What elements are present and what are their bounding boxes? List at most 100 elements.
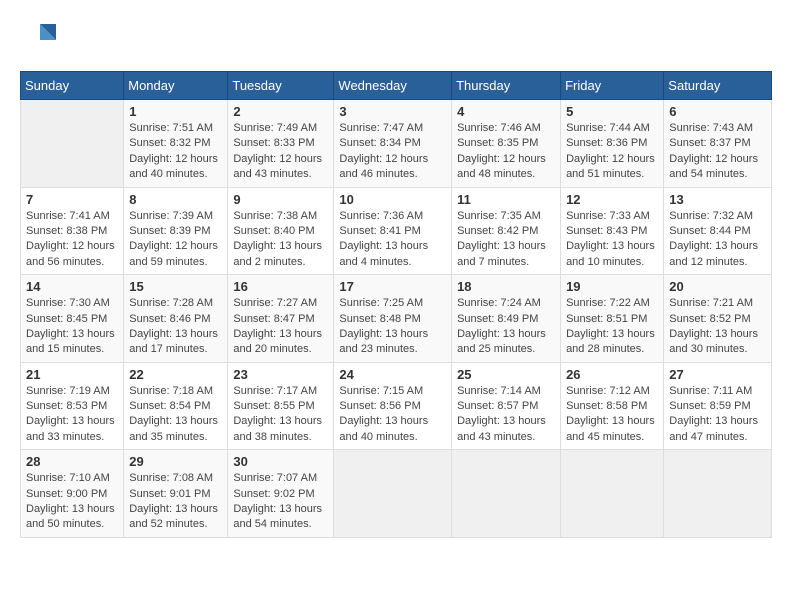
day-number: 18 xyxy=(457,279,555,294)
day-info: Sunrise: 7:18 AM Sunset: 8:54 PM Dayligh… xyxy=(129,384,222,446)
sunrise: Sunrise: 7:08 AM xyxy=(129,472,213,484)
sunrise: Sunrise: 7:41 AM xyxy=(26,210,110,222)
day-number: 15 xyxy=(129,279,222,294)
daylight: Daylight: 13 hours and 20 minutes. xyxy=(233,328,322,355)
sunrise: Sunrise: 7:47 AM xyxy=(339,122,423,134)
day-number: 25 xyxy=(457,367,555,382)
column-header-saturday: Saturday xyxy=(664,72,772,100)
daylight: Daylight: 12 hours and 56 minutes. xyxy=(26,240,115,267)
sunrise: Sunrise: 7:28 AM xyxy=(129,297,213,309)
sunset: Sunset: 8:34 PM xyxy=(339,137,420,149)
calendar-cell: 21 Sunrise: 7:19 AM Sunset: 8:53 PM Dayl… xyxy=(21,362,124,450)
calendar-cell: 29 Sunrise: 7:08 AM Sunset: 9:01 PM Dayl… xyxy=(124,450,228,538)
day-info: Sunrise: 7:17 AM Sunset: 8:55 PM Dayligh… xyxy=(233,384,328,446)
calendar-table: SundayMondayTuesdayWednesdayThursdayFrid… xyxy=(20,71,772,538)
column-header-wednesday: Wednesday xyxy=(334,72,452,100)
day-number: 3 xyxy=(339,104,446,119)
day-number: 10 xyxy=(339,192,446,207)
daylight: Daylight: 13 hours and 52 minutes. xyxy=(129,503,218,530)
day-number: 20 xyxy=(669,279,766,294)
calendar-cell: 1 Sunrise: 7:51 AM Sunset: 8:32 PM Dayli… xyxy=(124,100,228,188)
daylight: Daylight: 12 hours and 46 minutes. xyxy=(339,153,428,180)
daylight: Daylight: 13 hours and 2 minutes. xyxy=(233,240,322,267)
calendar-cell: 6 Sunrise: 7:43 AM Sunset: 8:37 PM Dayli… xyxy=(664,100,772,188)
day-info: Sunrise: 7:10 AM Sunset: 9:00 PM Dayligh… xyxy=(26,471,118,533)
sunrise: Sunrise: 7:35 AM xyxy=(457,210,541,222)
sunrise: Sunrise: 7:39 AM xyxy=(129,210,213,222)
sunset: Sunset: 8:36 PM xyxy=(566,137,647,149)
sunrise: Sunrise: 7:24 AM xyxy=(457,297,541,309)
day-number: 6 xyxy=(669,104,766,119)
day-number: 5 xyxy=(566,104,658,119)
daylight: Daylight: 12 hours and 54 minutes. xyxy=(669,153,758,180)
sunset: Sunset: 9:01 PM xyxy=(129,488,210,500)
sunrise: Sunrise: 7:46 AM xyxy=(457,122,541,134)
column-header-friday: Friday xyxy=(561,72,664,100)
sunrise: Sunrise: 7:10 AM xyxy=(26,472,110,484)
calendar-cell xyxy=(21,100,124,188)
day-number: 4 xyxy=(457,104,555,119)
sunset: Sunset: 8:41 PM xyxy=(339,225,420,237)
sunset: Sunset: 8:58 PM xyxy=(566,400,647,412)
calendar-week-row: 7 Sunrise: 7:41 AM Sunset: 8:38 PM Dayli… xyxy=(21,187,772,275)
sunset: Sunset: 8:33 PM xyxy=(233,137,314,149)
calendar-cell: 30 Sunrise: 7:07 AM Sunset: 9:02 PM Dayl… xyxy=(228,450,334,538)
daylight: Daylight: 13 hours and 12 minutes. xyxy=(669,240,758,267)
day-number: 7 xyxy=(26,192,118,207)
sunset: Sunset: 8:59 PM xyxy=(669,400,750,412)
day-number: 23 xyxy=(233,367,328,382)
calendar-cell: 25 Sunrise: 7:14 AM Sunset: 8:57 PM Dayl… xyxy=(452,362,561,450)
sunset: Sunset: 8:53 PM xyxy=(26,400,107,412)
daylight: Daylight: 13 hours and 54 minutes. xyxy=(233,503,322,530)
day-info: Sunrise: 7:43 AM Sunset: 8:37 PM Dayligh… xyxy=(669,121,766,183)
daylight: Daylight: 13 hours and 23 minutes. xyxy=(339,328,428,355)
day-number: 19 xyxy=(566,279,658,294)
column-header-tuesday: Tuesday xyxy=(228,72,334,100)
day-number: 1 xyxy=(129,104,222,119)
day-info: Sunrise: 7:12 AM Sunset: 8:58 PM Dayligh… xyxy=(566,384,658,446)
sunset: Sunset: 9:00 PM xyxy=(26,488,107,500)
day-info: Sunrise: 7:35 AM Sunset: 8:42 PM Dayligh… xyxy=(457,209,555,271)
calendar-cell: 24 Sunrise: 7:15 AM Sunset: 8:56 PM Dayl… xyxy=(334,362,452,450)
sunrise: Sunrise: 7:11 AM xyxy=(669,385,752,397)
sunset: Sunset: 8:43 PM xyxy=(566,225,647,237)
column-header-thursday: Thursday xyxy=(452,72,561,100)
day-info: Sunrise: 7:25 AM Sunset: 8:48 PM Dayligh… xyxy=(339,296,446,358)
calendar-cell: 17 Sunrise: 7:25 AM Sunset: 8:48 PM Dayl… xyxy=(334,275,452,363)
day-number: 14 xyxy=(26,279,118,294)
calendar-cell: 15 Sunrise: 7:28 AM Sunset: 8:46 PM Dayl… xyxy=(124,275,228,363)
calendar-cell: 27 Sunrise: 7:11 AM Sunset: 8:59 PM Dayl… xyxy=(664,362,772,450)
calendar-cell: 2 Sunrise: 7:49 AM Sunset: 8:33 PM Dayli… xyxy=(228,100,334,188)
day-number: 11 xyxy=(457,192,555,207)
sunrise: Sunrise: 7:51 AM xyxy=(129,122,213,134)
day-info: Sunrise: 7:39 AM Sunset: 8:39 PM Dayligh… xyxy=(129,209,222,271)
calendar-cell: 26 Sunrise: 7:12 AM Sunset: 8:58 PM Dayl… xyxy=(561,362,664,450)
sunrise: Sunrise: 7:36 AM xyxy=(339,210,423,222)
daylight: Daylight: 12 hours and 40 minutes. xyxy=(129,153,218,180)
day-number: 17 xyxy=(339,279,446,294)
calendar-cell: 22 Sunrise: 7:18 AM Sunset: 8:54 PM Dayl… xyxy=(124,362,228,450)
daylight: Daylight: 13 hours and 47 minutes. xyxy=(669,415,758,442)
sunrise: Sunrise: 7:12 AM xyxy=(566,385,650,397)
day-info: Sunrise: 7:22 AM Sunset: 8:51 PM Dayligh… xyxy=(566,296,658,358)
day-number: 2 xyxy=(233,104,328,119)
column-header-sunday: Sunday xyxy=(21,72,124,100)
day-info: Sunrise: 7:15 AM Sunset: 8:56 PM Dayligh… xyxy=(339,384,446,446)
day-info: Sunrise: 7:11 AM Sunset: 8:59 PM Dayligh… xyxy=(669,384,766,446)
day-number: 9 xyxy=(233,192,328,207)
daylight: Daylight: 13 hours and 30 minutes. xyxy=(669,328,758,355)
calendar-cell: 19 Sunrise: 7:22 AM Sunset: 8:51 PM Dayl… xyxy=(561,275,664,363)
day-info: Sunrise: 7:14 AM Sunset: 8:57 PM Dayligh… xyxy=(457,384,555,446)
sunset: Sunset: 8:57 PM xyxy=(457,400,538,412)
calendar-cell: 9 Sunrise: 7:38 AM Sunset: 8:40 PM Dayli… xyxy=(228,187,334,275)
day-number: 22 xyxy=(129,367,222,382)
daylight: Daylight: 13 hours and 35 minutes. xyxy=(129,415,218,442)
sunrise: Sunrise: 7:49 AM xyxy=(233,122,317,134)
day-info: Sunrise: 7:51 AM Sunset: 8:32 PM Dayligh… xyxy=(129,121,222,183)
sunset: Sunset: 8:51 PM xyxy=(566,313,647,325)
sunset: Sunset: 8:46 PM xyxy=(129,313,210,325)
daylight: Daylight: 12 hours and 48 minutes. xyxy=(457,153,546,180)
day-info: Sunrise: 7:19 AM Sunset: 8:53 PM Dayligh… xyxy=(26,384,118,446)
sunset: Sunset: 8:44 PM xyxy=(669,225,750,237)
daylight: Daylight: 13 hours and 17 minutes. xyxy=(129,328,218,355)
